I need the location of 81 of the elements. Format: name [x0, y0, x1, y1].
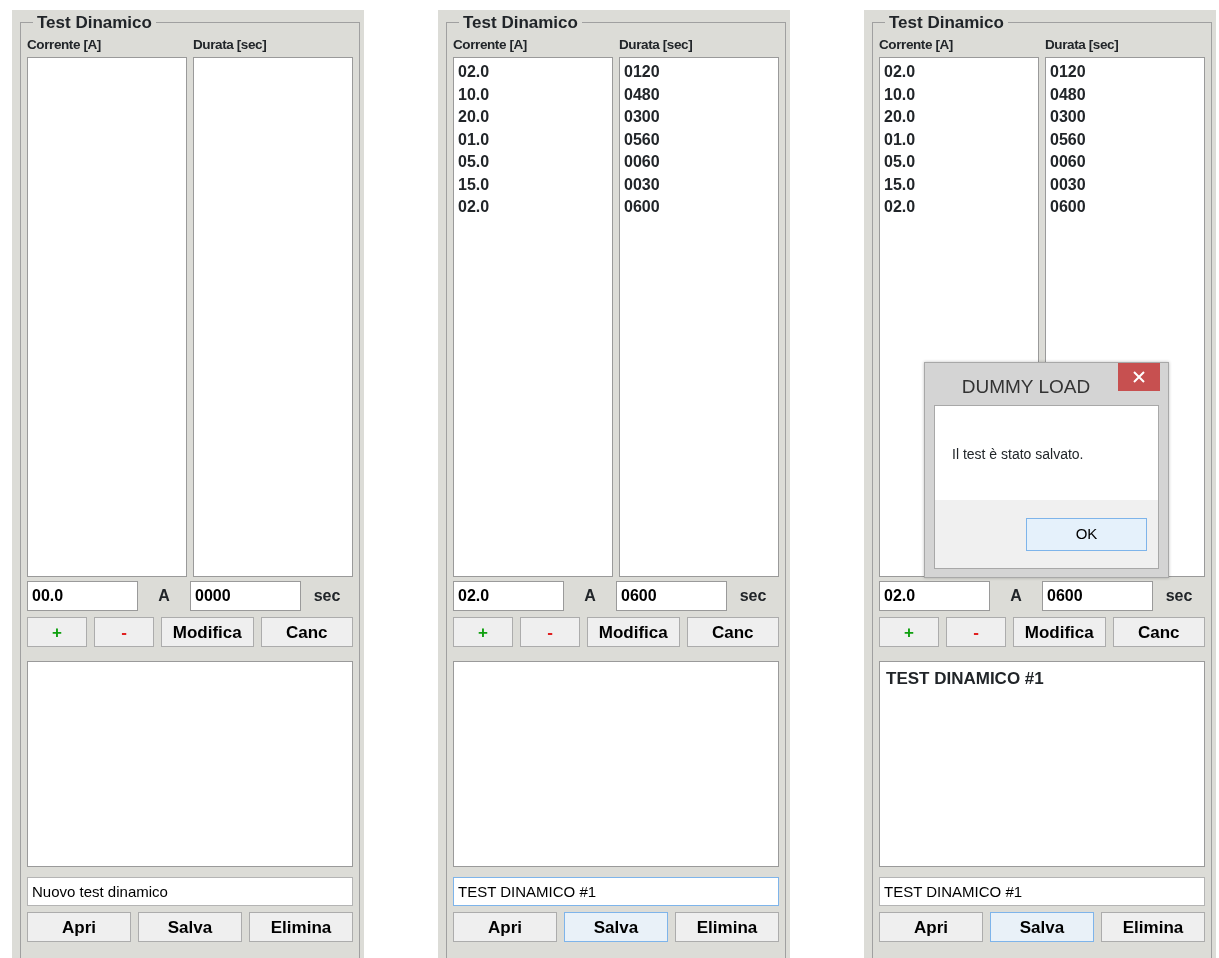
remove-button[interactable]: -	[946, 617, 1006, 648]
file-button[interactable]: Salva	[990, 912, 1094, 943]
list-item[interactable]: 02.0	[884, 196, 1034, 219]
list-item[interactable]: 0120	[624, 61, 774, 84]
list-item[interactable]: 05.0	[458, 151, 608, 174]
list-item[interactable]: 02.0	[458, 196, 608, 219]
duration-field[interactable]: 0600	[1042, 581, 1153, 612]
list-box[interactable]	[193, 57, 353, 578]
group-title: Test Dinamico	[888, 14, 1005, 31]
file-button[interactable]: Salva	[564, 912, 668, 943]
list-item[interactable]: 10.0	[458, 83, 608, 107]
file-button[interactable]: Apri	[453, 912, 557, 943]
name-field[interactable]: TEST DINAMICO #1	[879, 877, 1205, 907]
test-list-item[interactable]: TEST DINAMICO #1	[886, 666, 1198, 692]
name-field[interactable]: TEST DINAMICO #1	[453, 877, 779, 907]
column-header: Corrente [A]	[453, 36, 528, 54]
close-button[interactable]	[1118, 363, 1160, 391]
list-box[interactable]	[27, 57, 187, 578]
list-item[interactable]: 0060	[624, 151, 774, 174]
list-item[interactable]: 0060	[1050, 151, 1200, 174]
list-item[interactable]: 02.0	[458, 61, 608, 84]
list-item[interactable]: 15.0	[458, 173, 608, 197]
list-item[interactable]: 20.0	[884, 106, 1034, 129]
list-item[interactable]: 0600	[624, 196, 774, 219]
list-item[interactable]: 20.0	[458, 106, 608, 129]
list-item[interactable]: 0300	[624, 106, 774, 129]
action-button[interactable]: Modifica	[1013, 617, 1106, 648]
name-field[interactable]: Nuovo test dinamico	[27, 877, 353, 907]
column-header: Corrente [A]	[879, 36, 954, 54]
duration-field[interactable]: 0000	[190, 581, 301, 612]
file-button[interactable]: Elimina	[675, 912, 779, 943]
group-title: Test Dinamico	[462, 14, 579, 31]
current-field[interactable]: 02.0	[879, 581, 990, 612]
ok-button[interactable]: OK	[1026, 517, 1147, 551]
list-item[interactable]: 02.0	[884, 61, 1034, 84]
file-button[interactable]: Apri	[879, 912, 983, 943]
list-box[interactable]: 0120 0480 0300 0560 0060 0030 0600	[619, 57, 779, 578]
file-button[interactable]: Elimina	[1101, 912, 1205, 943]
close-icon	[1133, 371, 1145, 383]
list-item[interactable]: 0030	[624, 173, 774, 197]
unit-label: A	[1009, 586, 1023, 607]
group-title: Test Dinamico	[36, 14, 153, 31]
test-list[interactable]	[453, 661, 779, 868]
unit-label: sec	[1164, 586, 1194, 607]
unit-label: sec	[312, 586, 342, 607]
list-item[interactable]: 01.0	[884, 128, 1034, 152]
list-item[interactable]: 0480	[624, 83, 774, 107]
list-item[interactable]: 0480	[1050, 83, 1200, 107]
column-header: Durata [sec]	[193, 36, 268, 54]
list-item[interactable]: 15.0	[884, 173, 1034, 197]
current-field[interactable]: 02.0	[453, 581, 564, 612]
unit-label: A	[157, 586, 171, 607]
list-item[interactable]: 05.0	[884, 151, 1034, 174]
current-field[interactable]: 00.0	[27, 581, 138, 612]
remove-button[interactable]: -	[520, 617, 580, 648]
list-item[interactable]: 0560	[1050, 128, 1200, 152]
list-item[interactable]: 10.0	[884, 83, 1034, 107]
action-button[interactable]: Canc	[1112, 617, 1205, 648]
test-list[interactable]: TEST DINAMICO #1	[879, 661, 1205, 868]
action-button[interactable]: Modifica	[587, 617, 680, 648]
list-item[interactable]: 0120	[1050, 61, 1200, 84]
list-item[interactable]: 0030	[1050, 173, 1200, 197]
file-button[interactable]: Apri	[27, 912, 131, 943]
list-item[interactable]: 0560	[624, 128, 774, 152]
list-item[interactable]: 01.0	[458, 128, 608, 152]
file-button[interactable]: Elimina	[249, 912, 353, 943]
file-button[interactable]: Salva	[138, 912, 242, 943]
action-button[interactable]: Modifica	[161, 617, 254, 648]
list-item[interactable]: 0600	[1050, 196, 1200, 219]
column-header: Corrente [A]	[27, 36, 102, 54]
action-button[interactable]: Canc	[686, 617, 779, 648]
list-box[interactable]: 02.0 10.0 20.0 01.0 05.0 15.0 02.0	[453, 57, 613, 578]
list-item[interactable]: 0300	[1050, 106, 1200, 129]
remove-button[interactable]: -	[94, 617, 154, 648]
unit-label: A	[583, 586, 597, 607]
column-header: Durata [sec]	[619, 36, 694, 54]
test-list[interactable]	[27, 661, 353, 868]
action-button[interactable]: Canc	[260, 617, 353, 648]
duration-field[interactable]: 0600	[616, 581, 727, 612]
column-header: Durata [sec]	[1045, 36, 1120, 54]
unit-label: sec	[738, 586, 768, 607]
